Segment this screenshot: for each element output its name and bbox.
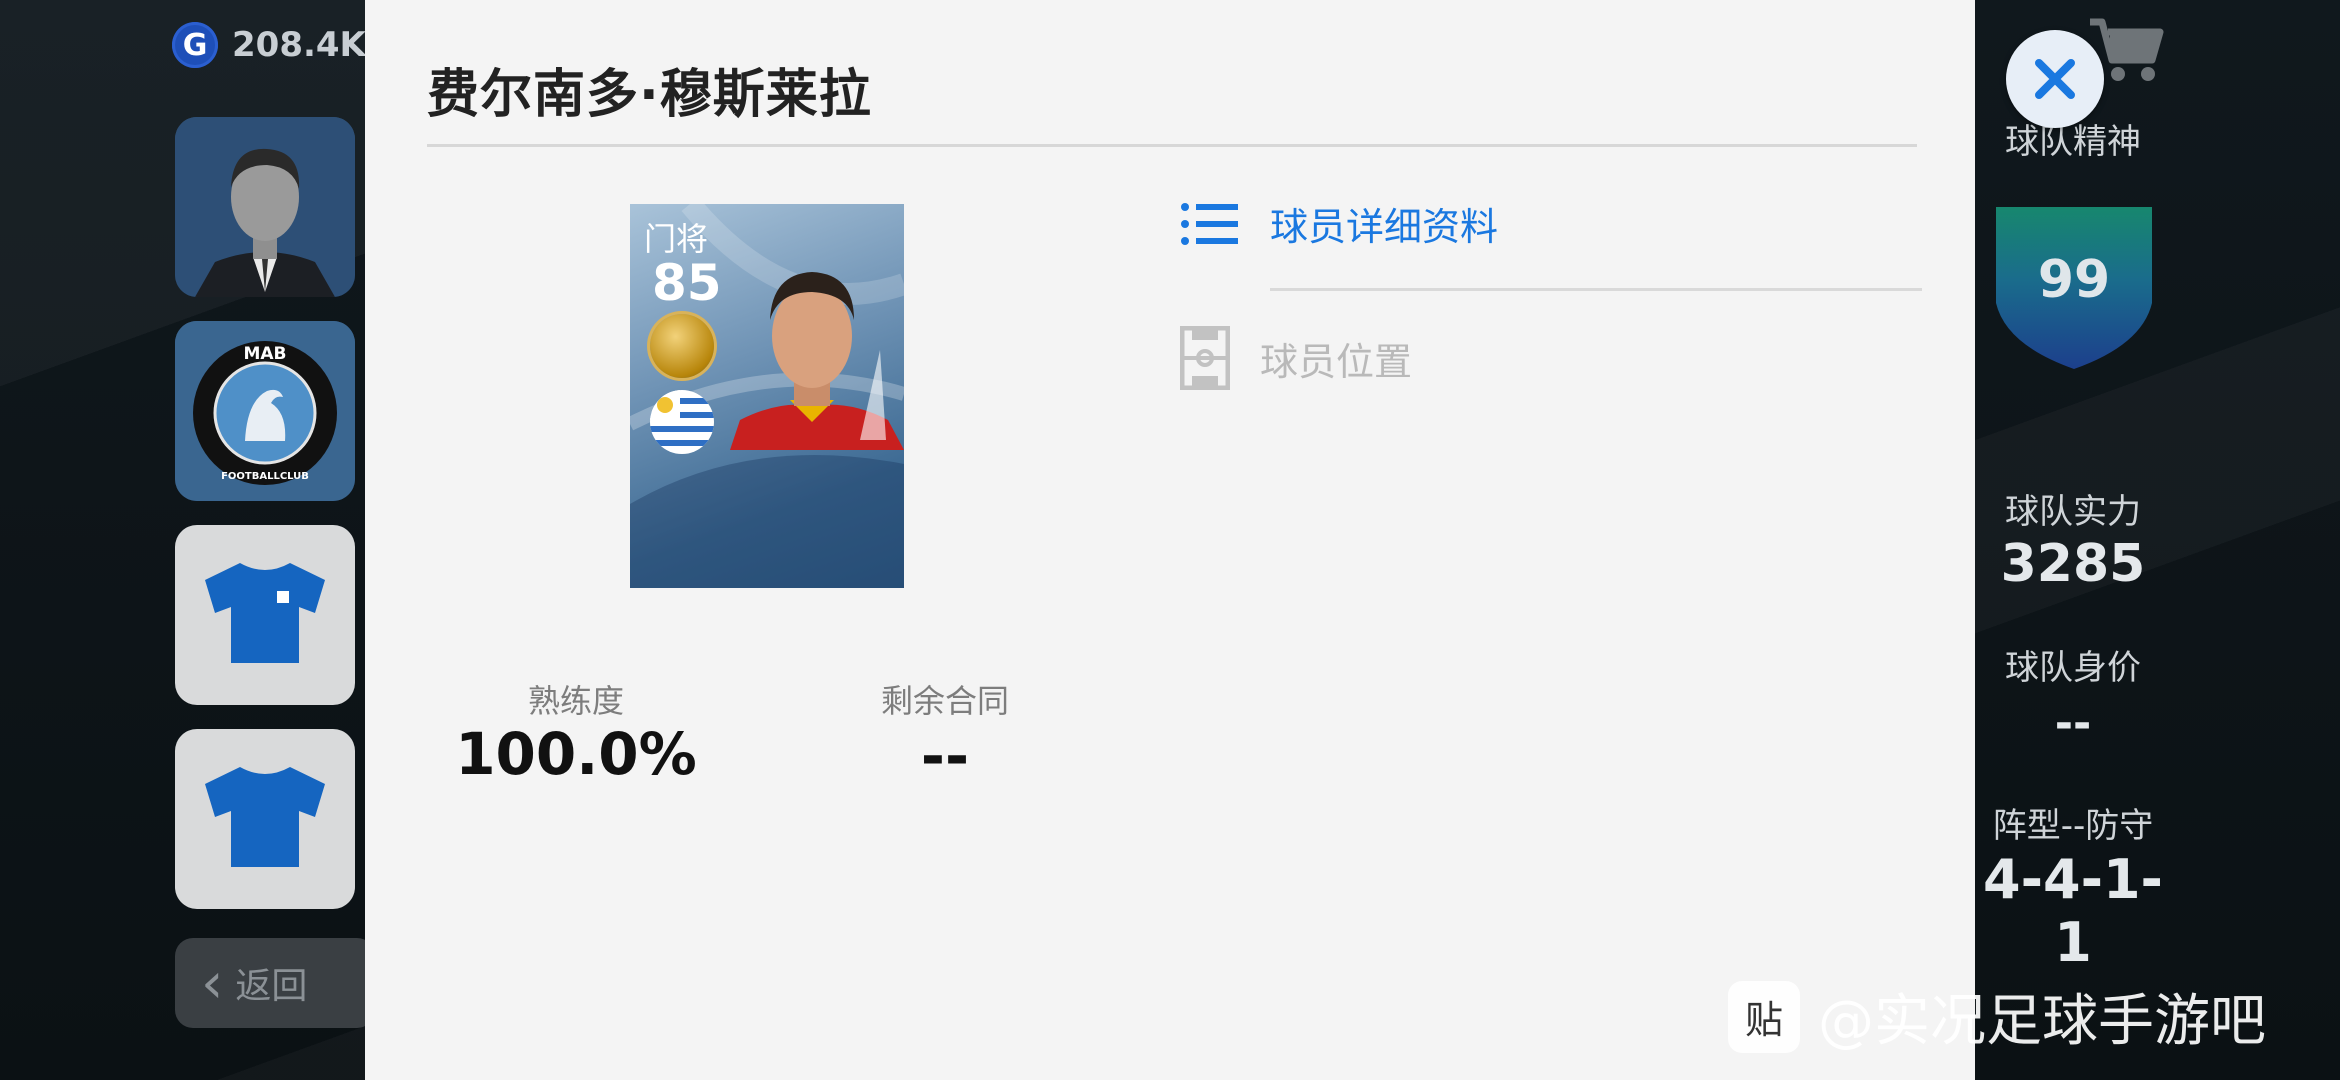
close-icon bbox=[2035, 59, 2075, 99]
close-button[interactable] bbox=[2006, 30, 2104, 128]
watermark: 贴 @实况足球手游吧 bbox=[1728, 976, 2266, 1057]
away-kit-tile[interactable] bbox=[175, 729, 355, 909]
currency-amount: 208.4K bbox=[232, 25, 366, 65]
contract-remaining-label: 剩余合同 bbox=[880, 682, 1009, 720]
club-badge-icon: MAB FOOTBALLCLUB bbox=[175, 321, 355, 501]
back-label: 返回 bbox=[235, 966, 308, 1007]
jersey-icon bbox=[205, 767, 325, 867]
currency-display: G 208.4K bbox=[172, 22, 366, 68]
player-details-menu-item[interactable]: 球员详细资料 bbox=[1180, 196, 1498, 251]
contract-remaining-value: -- bbox=[920, 722, 970, 790]
proficiency-label: 熟练度 bbox=[527, 682, 624, 720]
player-name-title: 费尔南多·穆斯莱拉 bbox=[427, 65, 872, 125]
formation-value: 4-4-1-1 bbox=[1983, 848, 2163, 974]
pitch-icon bbox=[1180, 326, 1230, 390]
team-strength-value: 3285 bbox=[2000, 534, 2146, 594]
chevron-left-icon: ‹ bbox=[201, 950, 224, 1016]
g-coin-icon: G bbox=[172, 22, 218, 68]
menu-divider bbox=[1270, 288, 1922, 291]
manager-tile[interactable] bbox=[175, 117, 355, 297]
title-divider bbox=[427, 144, 1917, 147]
list-icon bbox=[1181, 202, 1238, 245]
team-spirit-shield: 99 bbox=[1996, 207, 2152, 369]
tieba-logo-icon: 贴 bbox=[1728, 980, 1800, 1053]
player-position-menu-item[interactable]: 球员位置 bbox=[1180, 326, 1412, 390]
player-details-label: 球员详细资料 bbox=[1270, 205, 1499, 249]
player-modal: 费尔南多·穆斯莱拉 门将 85 熟练度 100.0% 剩余合同 -- 球员详细资… bbox=[365, 0, 1975, 1080]
svg-text:FOOTBALLCLUB: FOOTBALLCLUB bbox=[221, 471, 309, 482]
player-position-label: 球员位置 bbox=[1260, 339, 1413, 384]
svg-text:MAB: MAB bbox=[243, 344, 286, 364]
jersey-icon bbox=[205, 563, 325, 663]
player-photo bbox=[730, 272, 904, 450]
uruguay-flag-icon bbox=[650, 390, 714, 454]
formation-label: 阵型--防守 bbox=[1992, 806, 2154, 846]
player-card[interactable]: 门将 85 bbox=[630, 204, 904, 588]
watermark-text: @实况足球手游吧 bbox=[1818, 989, 2266, 1054]
club-tile[interactable]: MAB FOOTBALLCLUB bbox=[175, 321, 355, 501]
card-rating: 85 bbox=[652, 254, 722, 312]
team-value-value: -- bbox=[2054, 698, 2092, 749]
back-button[interactable]: ‹ 返回 bbox=[175, 938, 375, 1028]
home-kit-tile[interactable] bbox=[175, 525, 355, 705]
manager-avatar-icon bbox=[175, 117, 355, 297]
team-spirit-value: 99 bbox=[2038, 250, 2110, 310]
gold-ball-icon bbox=[650, 314, 714, 378]
team-strength-label: 球队实力 bbox=[2005, 492, 2141, 532]
proficiency-value: 100.0% bbox=[455, 720, 697, 788]
team-value-label: 球队身价 bbox=[2005, 648, 2141, 688]
